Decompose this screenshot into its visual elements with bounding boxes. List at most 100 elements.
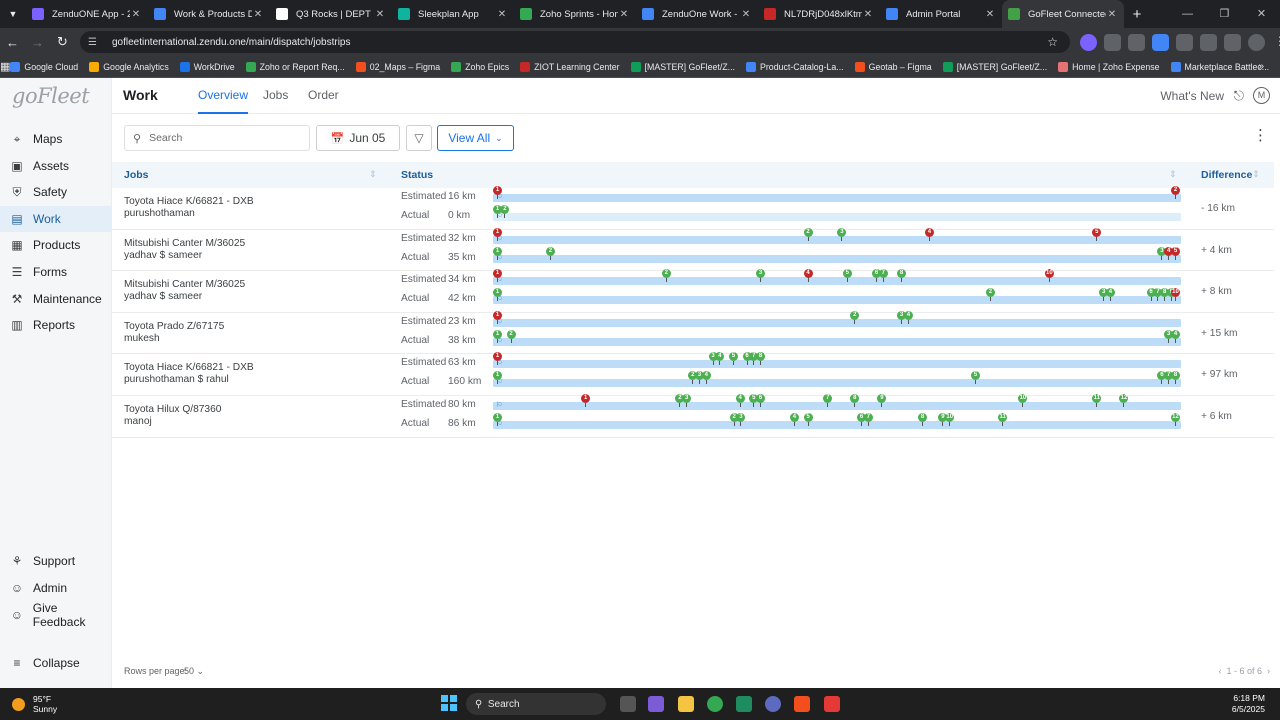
whats-new-link[interactable]: What's New xyxy=(1160,89,1224,103)
chrome-icon[interactable] xyxy=(707,696,723,712)
tab-close-icon[interactable]: ✕ xyxy=(252,9,264,20)
avatar[interactable]: M xyxy=(1253,87,1270,104)
stop-marker[interactable]: 5 xyxy=(803,413,813,426)
browser-tab[interactable]: GoFleet Connected O✕ xyxy=(1002,0,1124,28)
apps-grid-icon[interactable]: ▦ xyxy=(0,60,10,73)
tab-close-icon[interactable]: ✕ xyxy=(496,9,508,20)
table-row[interactable]: Toyota Prado Z/67175 mukesh Estimated 23 km… xyxy=(112,310,1274,355)
browser-tab[interactable]: Sleekplan App ✕ xyxy=(392,0,514,28)
stop-marker[interactable]: 7 xyxy=(863,413,873,426)
stop-marker[interactable]: 6 xyxy=(756,394,766,407)
back-icon[interactable]: ← xyxy=(0,35,25,50)
stop-marker[interactable]: 2 xyxy=(506,329,516,343)
settings-icon[interactable] xyxy=(765,696,781,712)
stop-marker[interactable]: 4 xyxy=(1171,329,1180,343)
estimated-route-bar[interactable] xyxy=(493,402,1181,410)
bookmark-item[interactable]: [MASTER] GoFleet/Z... xyxy=(942,61,1047,72)
sidebar-item-assets[interactable]: ▣ Assets xyxy=(0,153,112,179)
col-status-header[interactable]: Status xyxy=(401,169,433,181)
browser-tab[interactable]: Admin Portal ✕ xyxy=(880,0,1002,28)
vehicle-name[interactable]: Toyota Hiace K/66821 - DXB xyxy=(124,196,254,208)
more-bookmarks-icon[interactable]: » xyxy=(1258,61,1264,72)
sidebar-item-give-feedback[interactable]: ☺ Give Feedback xyxy=(0,601,112,629)
sidebar-item-support[interactable]: ⚘ Support xyxy=(0,548,112,574)
sidebar-item-work[interactable]: ▤ Work xyxy=(0,205,112,232)
tab-close-icon[interactable]: ✕ xyxy=(984,9,996,20)
browser-tab[interactable]: Work & Products De ✕ xyxy=(148,0,270,28)
sort-icon[interactable]: ⇕ xyxy=(369,169,377,180)
estimated-route-bar[interactable] xyxy=(493,194,1181,202)
extension-icon[interactable] xyxy=(1103,33,1121,51)
actual-route-bar[interactable] xyxy=(493,421,1181,429)
headset-icon[interactable]: ⎋ xyxy=(1234,88,1244,104)
bookmark-item[interactable]: Google Analytics xyxy=(89,61,169,72)
stop-marker[interactable]: 7 xyxy=(878,269,888,283)
stop-marker[interactable]: 2 xyxy=(803,227,813,241)
tab-close-icon[interactable]: ✕ xyxy=(740,9,752,20)
sort-icon[interactable]: ⇕ xyxy=(1169,169,1177,180)
sidebar-item-reports[interactable]: ▥ Reports xyxy=(0,312,112,338)
browser-tab[interactable]: Zoho Sprints - Home✕ xyxy=(514,0,636,28)
stop-marker[interactable]: 1 xyxy=(493,310,502,324)
tab-close-icon[interactable]: ✕ xyxy=(1106,9,1118,20)
file-explorer-icon[interactable] xyxy=(678,696,694,712)
bookmark-item[interactable]: Zoho or Report Req... xyxy=(245,61,345,72)
tab-search-dropdown[interactable]: ▼ xyxy=(0,0,26,28)
table-row[interactable]: Toyota Hiace K/66821 - DXB purushothaman E… xyxy=(112,186,1274,230)
stop-marker[interactable]: 1 xyxy=(493,413,502,426)
bookmark-item[interactable]: Geotab – Figma xyxy=(854,61,932,72)
stop-marker[interactable]: 1 xyxy=(493,186,502,199)
sidebar-item-collapse[interactable]: ≡ Collapse xyxy=(0,650,112,676)
sidebar-item-admin[interactable]: ☺ Admin xyxy=(0,575,112,601)
taskbar-search[interactable]: ⚲ Search xyxy=(466,693,606,715)
filter-button[interactable]: ▽ xyxy=(406,125,432,151)
copilot-icon[interactable] xyxy=(648,696,664,712)
stop-marker[interactable]: 4 xyxy=(789,413,799,426)
bookmark-item[interactable]: [MASTER] GoFleet/Z... xyxy=(630,61,735,72)
stop-marker[interactable]: 5 xyxy=(1092,227,1102,241)
bookmark-item[interactable]: Product-Catalog-La... xyxy=(746,61,844,72)
estimated-route-bar[interactable] xyxy=(493,360,1181,369)
col-jobs-header[interactable]: Jobs xyxy=(124,169,149,181)
search-box[interactable]: ⚲ xyxy=(124,125,310,151)
bookmark-item[interactable]: ZIOT Learning Center xyxy=(520,61,620,72)
taskbar-app-icon[interactable] xyxy=(736,696,752,712)
actual-route-bar[interactable] xyxy=(493,379,1181,388)
actual-route-bar[interactable] xyxy=(493,337,1181,346)
task-view-icon[interactable] xyxy=(620,696,636,712)
sort-icon[interactable]: ⇕ xyxy=(1252,169,1260,180)
vehicle-name[interactable]: Toyota Hiace K/66821 - DXB xyxy=(124,362,254,374)
stop-marker[interactable]: 1 xyxy=(493,227,502,241)
profile-icon[interactable] xyxy=(1247,33,1265,51)
browser-tab[interactable]: Q3 Rocks | DEPT ROC✕ xyxy=(270,0,392,28)
estimated-route-bar[interactable] xyxy=(493,318,1181,327)
estimated-route-bar[interactable] xyxy=(493,235,1181,244)
bookmark-item[interactable]: 02_Maps – Figma xyxy=(355,61,440,72)
bookmark-item[interactable]: Home | Zoho Expense xyxy=(1058,61,1160,72)
stop-marker[interactable]: 4 xyxy=(924,227,934,241)
sidebar-item-products[interactable]: ▦ Products xyxy=(0,232,112,258)
stop-marker[interactable]: 3 xyxy=(837,227,847,241)
sidebar-item-maps[interactable]: ⌖ Maps xyxy=(0,126,112,152)
col-difference-header[interactable]: Difference xyxy=(1201,169,1252,181)
new-tab-button[interactable]: + xyxy=(1124,6,1150,23)
stop-marker[interactable]: 1 xyxy=(493,246,502,260)
more-options-icon[interactable]: ⋮ xyxy=(1253,126,1268,144)
windows-start-icon[interactable] xyxy=(441,695,457,711)
extension-icon[interactable] xyxy=(1151,33,1169,51)
table-row[interactable]: Mitsubishi Canter M/36025 yadhav $ sameer… xyxy=(112,269,1274,313)
sidebar-item-maintenance[interactable]: ⚒ Maintenance xyxy=(0,286,112,312)
extension-icon[interactable] xyxy=(1079,33,1097,51)
address-bar[interactable]: ☰ gofleetinternational.zendu.one/main/di… xyxy=(80,31,1070,53)
tab-close-icon[interactable]: ✕ xyxy=(130,9,142,20)
table-row[interactable]: Toyota Hiace K/66821 - DXB purushothaman … xyxy=(112,352,1274,396)
close-window-icon[interactable]: ✕ xyxy=(1243,0,1280,28)
browser-tab[interactable]: NL7DRjD048xlKtmdS✕ xyxy=(758,0,880,28)
bookmark-item[interactable]: Marketplace Battlec... xyxy=(1170,61,1269,72)
browser-tab[interactable]: ZenduOne Work - M ✕ xyxy=(636,0,758,28)
stop-marker[interactable]: 4 xyxy=(803,269,813,283)
stop-marker[interactable]: 5 xyxy=(1171,246,1180,260)
sidepanel-icon[interactable] xyxy=(1223,33,1241,51)
vehicle-name[interactable]: Mitsubishi Canter M/36025 xyxy=(124,238,245,250)
tab-close-icon[interactable]: ✕ xyxy=(618,9,630,20)
